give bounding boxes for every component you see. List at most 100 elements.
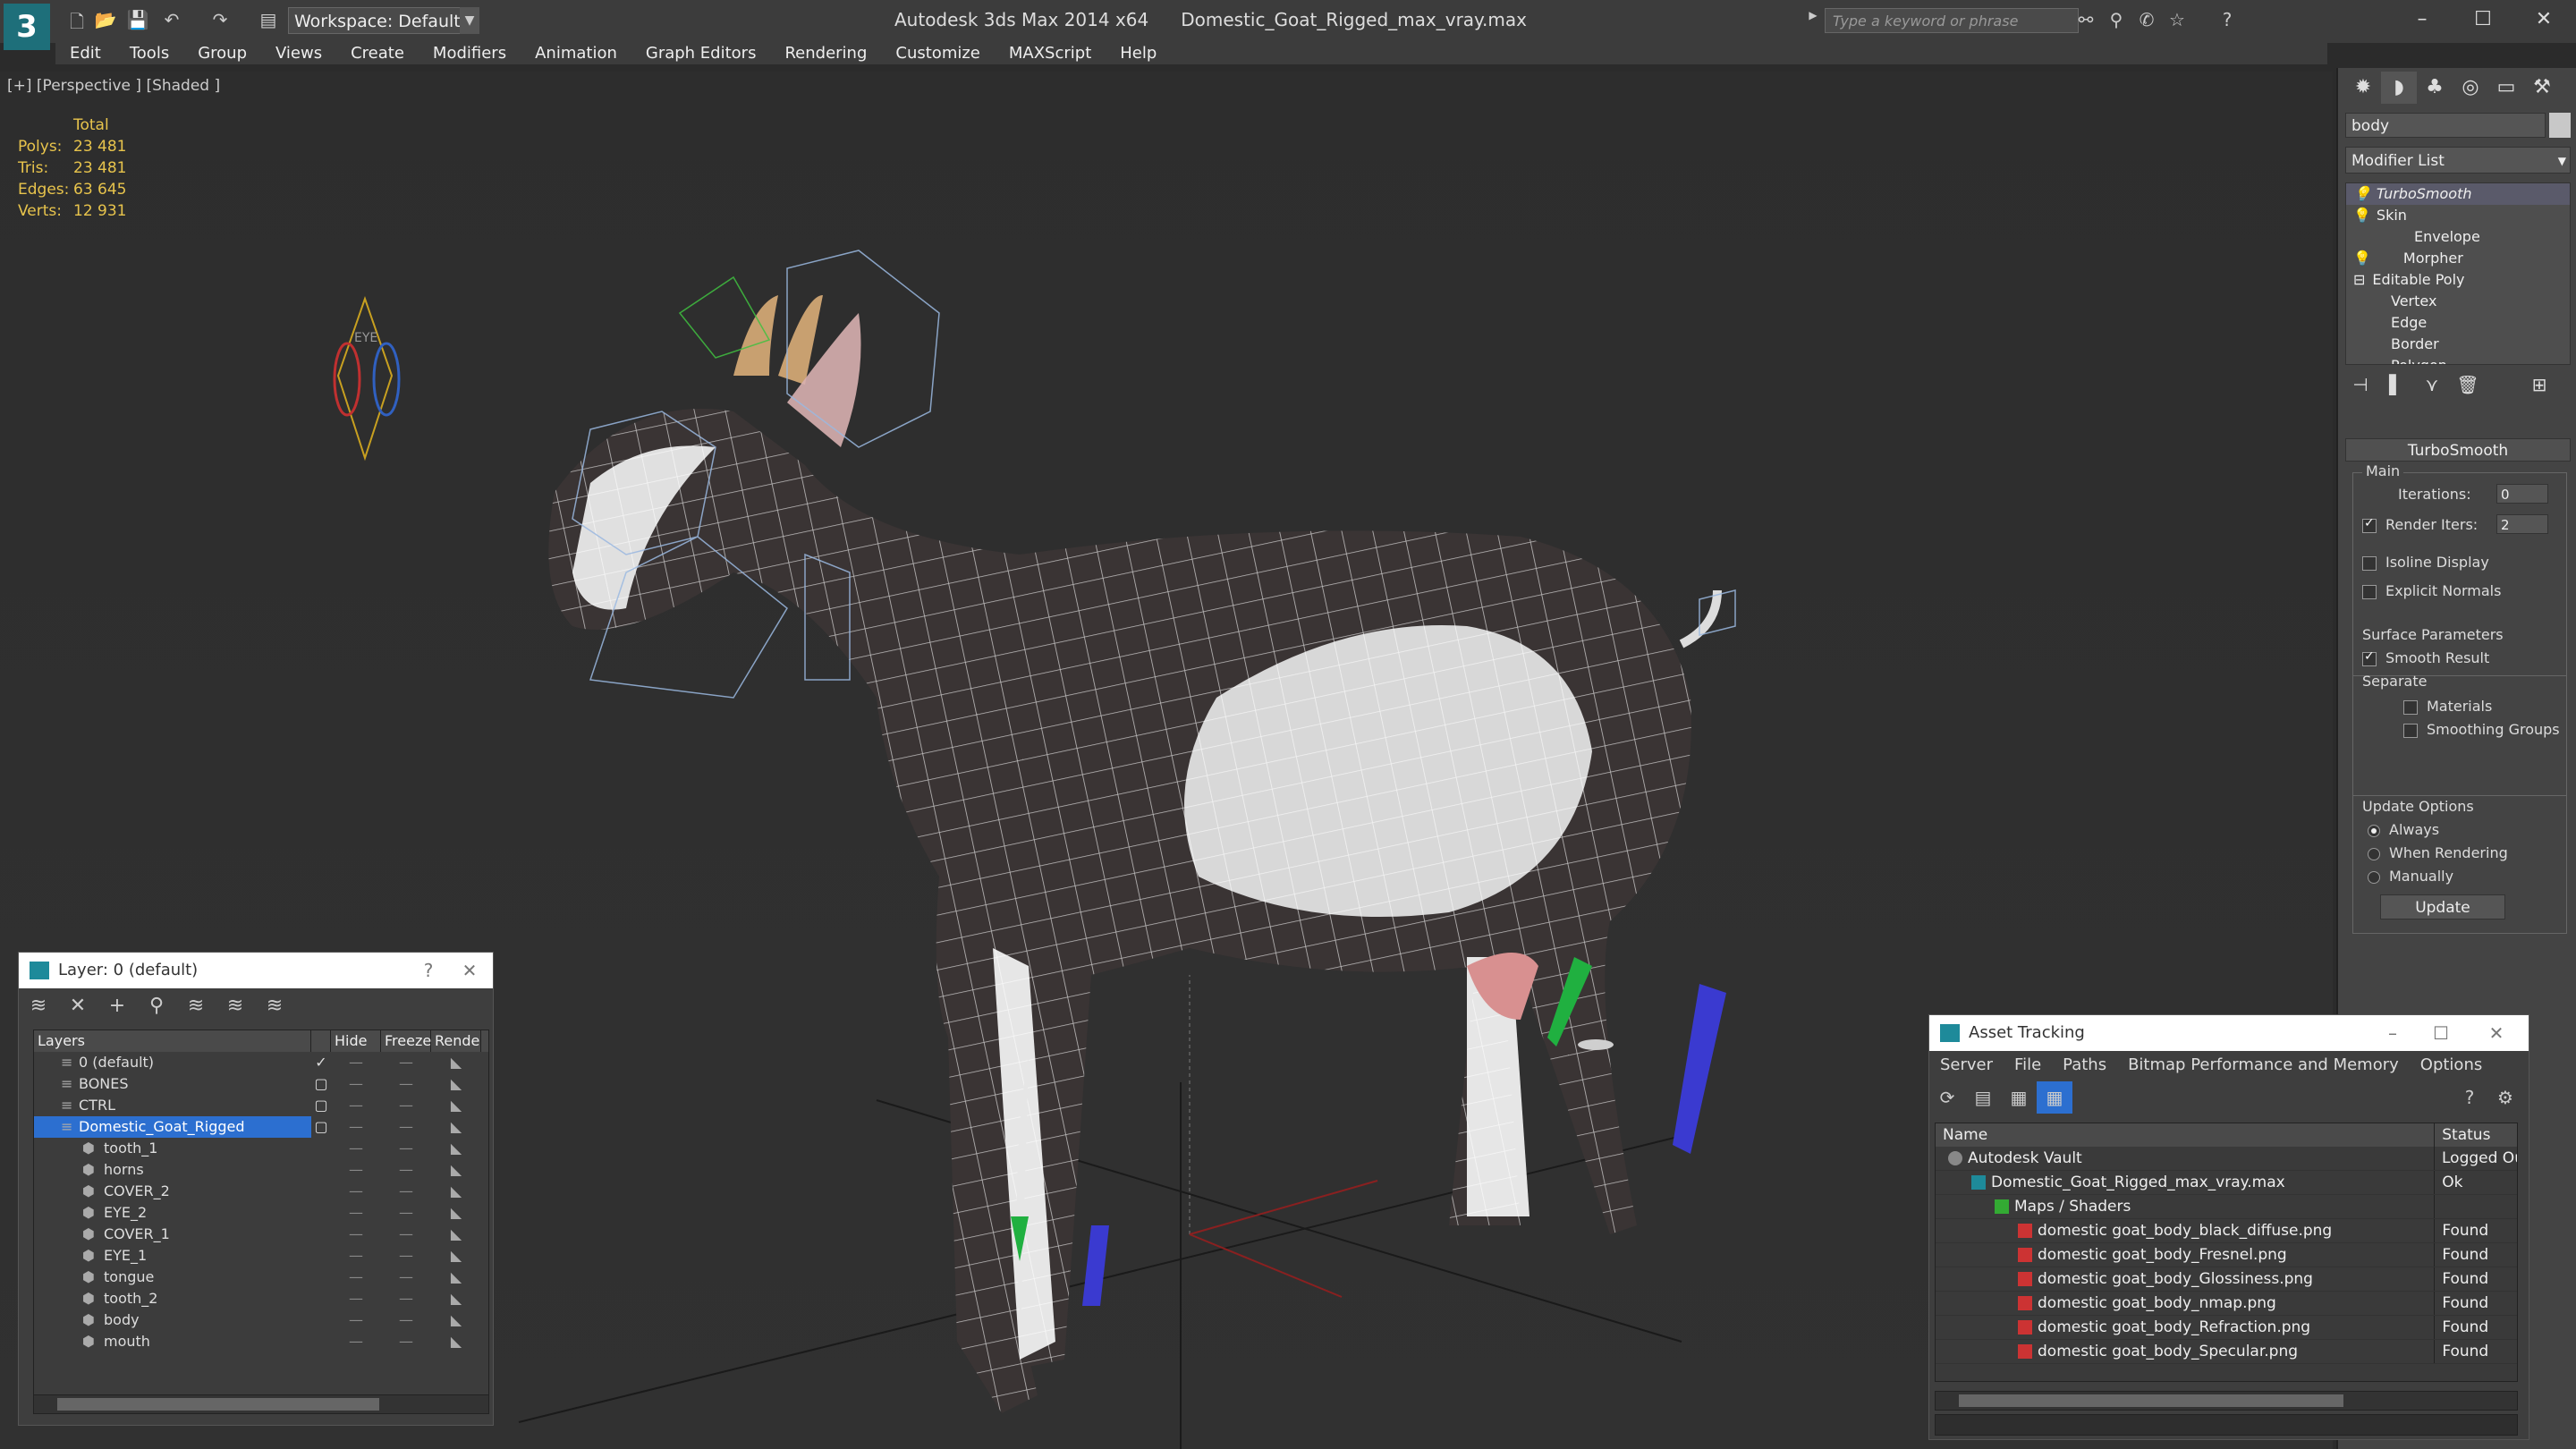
column-header-freeze[interactable]: Freeze bbox=[381, 1030, 431, 1052]
hide-toggle[interactable]: — bbox=[331, 1052, 381, 1073]
search-input[interactable]: Type a keyword or phrase bbox=[1825, 8, 2079, 33]
highlight-layer-icon[interactable]: ≋ bbox=[176, 988, 216, 1024]
stack-item-skin[interactable]: 💡 Skin bbox=[2346, 205, 2570, 226]
materials-checkbox[interactable] bbox=[2403, 699, 2418, 715]
asset-menu-file[interactable]: File bbox=[2004, 1051, 2052, 1080]
asset-row[interactable]: domestic goat_body_nmap.png Found bbox=[1936, 1292, 2517, 1316]
delete-layer-icon[interactable]: ✕ bbox=[58, 988, 97, 1024]
favorites-star-icon[interactable]: ☆ bbox=[2165, 9, 2190, 34]
layer-name[interactable]: ⬢ COVER_1 bbox=[34, 1224, 311, 1245]
layer-name[interactable]: ⬢ body bbox=[34, 1309, 311, 1331]
current-layer-toggle[interactable] bbox=[311, 1159, 331, 1181]
menu-rendering[interactable]: Rendering bbox=[770, 43, 881, 64]
render-teapot-icon[interactable]: ◣ bbox=[431, 1331, 481, 1352]
stack-item-editable-poly[interactable]: ⊟ Editable Poly bbox=[2346, 269, 2570, 291]
modify-tab-icon[interactable]: ◗ bbox=[2381, 72, 2417, 104]
hide-toggle[interactable]: — bbox=[331, 1181, 381, 1202]
asset-name-cell[interactable]: domestic goat_body_black_diffuse.png bbox=[1936, 1219, 2436, 1242]
lightbulb-icon[interactable]: 💡 bbox=[2353, 250, 2371, 267]
new-layer-icon[interactable]: ≋ bbox=[19, 988, 58, 1024]
asset-menu-options[interactable]: Options bbox=[2410, 1051, 2493, 1080]
update-button[interactable]: Update bbox=[2380, 894, 2505, 919]
menu-animation[interactable]: Animation bbox=[521, 43, 631, 64]
scrollbar-thumb[interactable] bbox=[57, 1398, 379, 1411]
asset-row[interactable]: domestic goat_body_Fresnel.png Found bbox=[1936, 1243, 2517, 1267]
make-unique-icon[interactable]: ⋎ bbox=[2417, 374, 2447, 404]
asset-menu-paths[interactable]: Paths bbox=[2052, 1051, 2117, 1080]
menu-help[interactable]: Help bbox=[1106, 43, 1171, 64]
eye-controller[interactable]: EYE bbox=[333, 295, 401, 462]
create-tab-icon[interactable]: ✹ bbox=[2345, 72, 2381, 104]
hide-all-icon[interactable]: ≋ bbox=[216, 988, 255, 1024]
freeze-toggle[interactable]: — bbox=[381, 1052, 431, 1073]
asset-name-cell[interactable]: domestic goat_body_Specular.png bbox=[1936, 1340, 2436, 1363]
menu-edit[interactable]: Edit bbox=[55, 43, 115, 64]
freeze-toggle[interactable]: — bbox=[381, 1331, 431, 1352]
smoothing-groups-checkbox[interactable] bbox=[2403, 723, 2418, 738]
when-rendering-radio[interactable] bbox=[2368, 847, 2380, 860]
show-end-result-icon[interactable]: ▌ bbox=[2381, 374, 2411, 404]
stack-item-edge[interactable]: Edge bbox=[2346, 312, 2570, 334]
menu-views[interactable]: Views bbox=[261, 43, 336, 64]
project-folder-icon[interactable]: ▤ bbox=[256, 9, 281, 34]
layer-name[interactable]: ⬢ COVER_2 bbox=[34, 1181, 311, 1202]
asset-horizontal-scrollbar[interactable] bbox=[1935, 1391, 2518, 1411]
current-layer-toggle[interactable] bbox=[311, 1181, 331, 1202]
freeze-toggle[interactable]: — bbox=[381, 1288, 431, 1309]
hide-toggle[interactable]: — bbox=[331, 1224, 381, 1245]
remove-modifier-icon[interactable]: 🗑 bbox=[2453, 374, 2483, 404]
hide-toggle[interactable]: — bbox=[331, 1267, 381, 1288]
minus-icon[interactable]: ⊟ bbox=[2353, 271, 2365, 288]
manually-radio[interactable] bbox=[2368, 870, 2380, 884]
layer-row[interactable]: ≡ BONES ▢ — — ◣ bbox=[34, 1073, 488, 1095]
help-icon[interactable]: ? bbox=[409, 953, 448, 988]
render-teapot-icon[interactable]: ◣ bbox=[431, 1202, 481, 1224]
column-header-render[interactable]: Rende bbox=[431, 1030, 481, 1052]
lightbulb-icon[interactable]: 💡 bbox=[2353, 207, 2371, 224]
configure-modifier-sets-icon[interactable]: ⊞ bbox=[2524, 374, 2555, 404]
asset-row[interactable]: Maps / Shaders bbox=[1936, 1195, 2517, 1219]
layer-row[interactable]: ⬢ COVER_2— — ◣ bbox=[34, 1181, 488, 1202]
render-teapot-icon[interactable]: ◣ bbox=[431, 1267, 481, 1288]
freeze-toggle[interactable]: — bbox=[381, 1138, 431, 1159]
render-teapot-icon[interactable]: ◣ bbox=[431, 1116, 481, 1138]
app-menu-button[interactable]: 3 bbox=[4, 4, 50, 50]
close-icon[interactable]: ✕ bbox=[450, 953, 489, 988]
minimize-icon[interactable]: – bbox=[2373, 1015, 2412, 1051]
current-layer-toggle[interactable]: ▢ bbox=[311, 1073, 331, 1095]
menu-group[interactable]: Group bbox=[183, 43, 261, 64]
current-layer-toggle[interactable]: ✓ bbox=[311, 1052, 331, 1073]
asset-name-cell[interactable]: Maps / Shaders bbox=[1936, 1195, 2436, 1218]
render-teapot-icon[interactable]: ◣ bbox=[431, 1181, 481, 1202]
column-header-status[interactable]: Status bbox=[2435, 1123, 2517, 1147]
render-iters-checkbox[interactable] bbox=[2362, 516, 2377, 533]
stack-item-envelope[interactable]: Envelope bbox=[2346, 226, 2570, 248]
workspace-select[interactable]: Workspace: Default bbox=[288, 7, 479, 34]
render-teapot-icon[interactable]: ◣ bbox=[431, 1224, 481, 1245]
asset-menu-server[interactable]: Server bbox=[1929, 1051, 2004, 1080]
render-teapot-icon[interactable]: ◣ bbox=[431, 1095, 481, 1116]
object-color-swatch[interactable] bbox=[2549, 113, 2571, 138]
thumbnail-view-icon[interactable]: ▦ bbox=[2001, 1081, 2037, 1114]
maximize-icon[interactable]: ☐ bbox=[2456, 4, 2510, 36]
layer-row[interactable]: ⬢ horns — — ◣ bbox=[34, 1159, 488, 1181]
current-layer-toggle[interactable] bbox=[311, 1202, 331, 1224]
layer-row[interactable]: ⬢ COVER_1— — ◣ bbox=[34, 1224, 488, 1245]
select-objects-icon[interactable]: ⚲ bbox=[137, 988, 176, 1024]
layer-name[interactable]: ≡ 0 (default) bbox=[34, 1052, 311, 1073]
menu-customize[interactable]: Customize bbox=[881, 43, 994, 64]
current-layer-toggle[interactable] bbox=[311, 1267, 331, 1288]
list-view-icon[interactable]: ▤ bbox=[1965, 1081, 2001, 1114]
layer-row[interactable]: ≡ 0 (default) ✓ — — ◣ bbox=[34, 1052, 488, 1073]
render-teapot-icon[interactable]: ◣ bbox=[431, 1138, 481, 1159]
stack-item-morpher[interactable]: 💡 Morpher bbox=[2346, 248, 2570, 269]
asset-row[interactable]: domestic goat_body_Glossiness.png Found bbox=[1936, 1267, 2517, 1292]
layer-name[interactable]: ≡ Domestic_Goat_Rigged bbox=[34, 1116, 311, 1138]
asset-name-cell[interactable]: Domestic_Goat_Rigged_max_vray.max bbox=[1936, 1171, 2436, 1194]
asset-name-cell[interactable]: domestic goat_body_Glossiness.png bbox=[1936, 1267, 2436, 1291]
menu-tools[interactable]: Tools bbox=[115, 43, 183, 64]
render-teapot-icon[interactable]: ◣ bbox=[431, 1073, 481, 1095]
menu-maxscript[interactable]: MAXScript bbox=[995, 43, 1106, 64]
asset-row[interactable]: Domestic_Goat_Rigged_max_vray.max Ok bbox=[1936, 1171, 2517, 1195]
freeze-toggle[interactable]: — bbox=[381, 1181, 431, 1202]
